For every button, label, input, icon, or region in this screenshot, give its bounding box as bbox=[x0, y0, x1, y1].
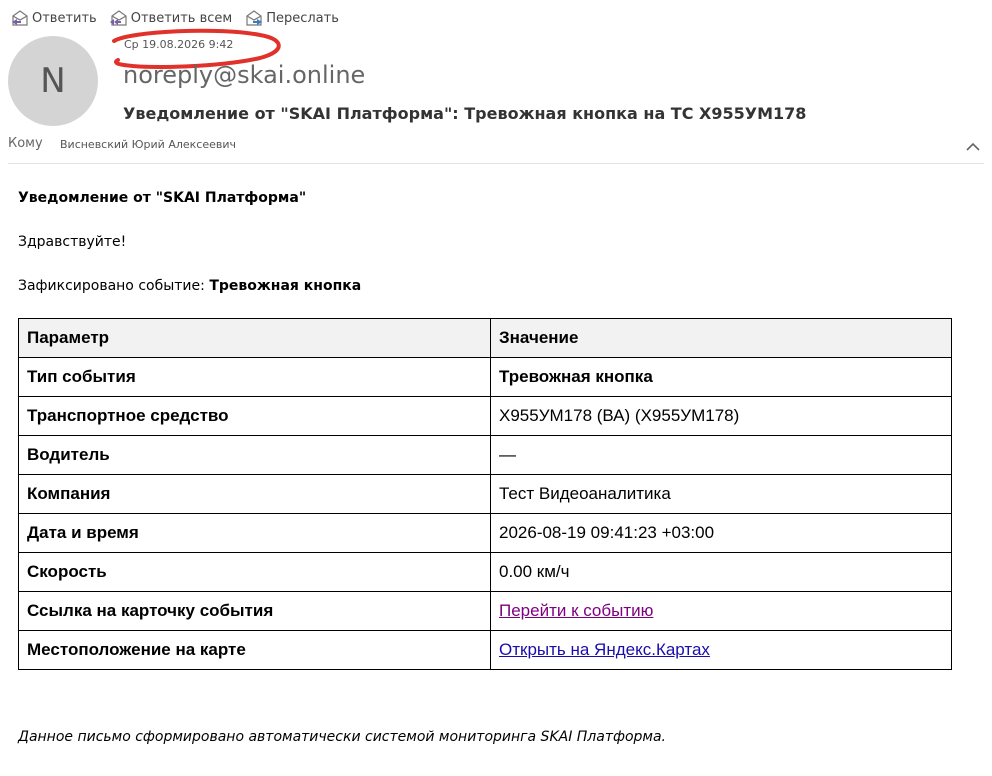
row-value: Тест Видеоаналитика bbox=[490, 474, 952, 514]
table-row: Тип события Тревожная кнопка bbox=[18, 357, 952, 397]
table-row: Местоположение на карте Открыть на Яндек… bbox=[18, 630, 952, 670]
row-key: Ссылка на карточку события bbox=[18, 591, 491, 631]
table-row: Компания Тест Видеоаналитика bbox=[18, 474, 952, 514]
row-key: Транспортное средство bbox=[18, 396, 491, 436]
row-value: — bbox=[490, 435, 952, 475]
table-header-row: Параметр Значение bbox=[18, 318, 952, 358]
event-card-link[interactable]: Перейти к событию bbox=[499, 601, 653, 620]
reply-all-label: Ответить всем bbox=[130, 10, 233, 26]
body-heading: Уведомление от "SKAI Платформа" bbox=[18, 190, 307, 206]
header-param: Параметр bbox=[18, 318, 491, 358]
sender-avatar: N bbox=[8, 36, 98, 126]
table-row: Дата и время 2026-08-19 09:41:23 +03:00 bbox=[18, 513, 952, 553]
avatar-letter: N bbox=[40, 61, 66, 101]
table-row: Транспортное средство Х955УМ178 (ВА) (Х9… bbox=[18, 396, 952, 436]
row-key: Дата и время bbox=[18, 513, 491, 553]
row-value: Тревожная кнопка bbox=[490, 357, 952, 397]
row-value-link: Открыть на Яндекс.Картах bbox=[490, 630, 952, 670]
greeting: Здравствуйте! bbox=[18, 234, 127, 250]
header-value: Значение bbox=[490, 318, 952, 358]
row-key: Водитель bbox=[18, 435, 491, 475]
footer-note: Данное письмо сформировано автоматически… bbox=[18, 729, 666, 745]
event-name: Тревожная кнопка bbox=[209, 278, 362, 294]
table-row: Ссылка на карточку события Перейти к соб… bbox=[18, 591, 952, 631]
reply-label: Ответить bbox=[32, 10, 97, 26]
chevron-up-icon bbox=[966, 142, 980, 151]
row-value-link: Перейти к событию bbox=[490, 591, 952, 631]
row-value: Х955УМ178 (ВА) (Х955УМ178) bbox=[490, 396, 952, 436]
reply-icon bbox=[12, 10, 28, 26]
params-table: Параметр Значение Тип события Тревожная … bbox=[18, 318, 952, 670]
row-key: Тип события bbox=[18, 357, 491, 397]
to-label: Кому bbox=[8, 136, 43, 151]
row-value: 0.00 км/ч bbox=[490, 552, 952, 592]
table-row: Скорость 0.00 км/ч bbox=[18, 552, 952, 592]
event-line: Зафиксировано событие: Тревожная кнопка bbox=[18, 278, 958, 294]
recipient-name[interactable]: Висневский Юрий Алексеевич bbox=[60, 138, 236, 151]
forward-label: Переслать bbox=[266, 10, 339, 26]
header-divider bbox=[8, 163, 984, 164]
message-subject: Уведомление от "SKAI Платформа": Тревожн… bbox=[123, 104, 807, 123]
message-body: Уведомление от "SKAI Платформа" Здравств… bbox=[18, 190, 958, 670]
row-key: Местоположение на карте bbox=[18, 630, 491, 670]
sender-address: noreply@skai.online bbox=[123, 61, 366, 89]
collapse-header-button[interactable] bbox=[966, 140, 980, 156]
row-key: Компания bbox=[18, 474, 491, 514]
table-row: Водитель — bbox=[18, 435, 952, 475]
event-prefix: Зафиксировано событие: bbox=[18, 278, 210, 294]
yandex-maps-link[interactable]: Открыть на Яндекс.Картах bbox=[499, 640, 710, 659]
row-value: 2026-08-19 09:41:23 +03:00 bbox=[490, 513, 952, 553]
reply-button[interactable]: Ответить bbox=[10, 9, 97, 27]
row-key: Скорость bbox=[18, 552, 491, 592]
